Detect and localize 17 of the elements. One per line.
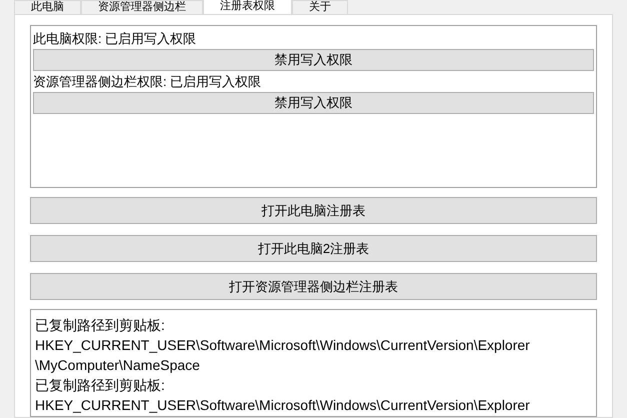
tab[interactable]: 关于 — [292, 0, 348, 14]
permission-status: 资源管理器侧边栏权限: 已启用写入权限 — [33, 73, 262, 91]
log-textbox[interactable]: 已复制路径到剪贴板: HKEY_CURRENT_USER\Software\Microsoft\Windows\CurrentVersion\Explorer \MyComputer\NameSpace 已复制路径到剪贴板: HKEY_CURRENT_USER\Software\Microsoft\Windows\CurrentVersion\Explorer — [30, 309, 597, 417]
permission-status: 此电脑权限: 已启用写入权限 — [33, 30, 196, 48]
log-line: 已复制路径到剪贴板: — [35, 376, 165, 395]
log-line: HKEY_CURRENT_USER\Software\Microsoft\Windows\CurrentVersion\Explorer — [35, 336, 530, 355]
log-line: 已复制路径到剪贴板: — [35, 316, 165, 335]
log-line: \MyComputer\NameSpace — [35, 356, 200, 375]
disable-write-button[interactable]: 禁用写入权限 — [33, 92, 594, 114]
open-registry-button[interactable]: 打开资源管理器侧边栏注册表 — [30, 273, 597, 300]
tab[interactable]: 此电脑 — [14, 0, 81, 14]
tab[interactable]: 资源管理器侧边栏 — [81, 0, 203, 14]
open-registry-button[interactable]: 打开此电脑2注册表 — [30, 235, 597, 262]
disable-write-button[interactable]: 禁用写入权限 — [33, 49, 594, 71]
open-registry-button[interactable]: 打开此电脑注册表 — [30, 197, 597, 224]
tab[interactable]: 注册表权限 — [203, 0, 292, 14]
log-line: HKEY_CURRENT_USER\Software\Microsoft\Windows\CurrentVersion\Explorer — [35, 396, 530, 415]
